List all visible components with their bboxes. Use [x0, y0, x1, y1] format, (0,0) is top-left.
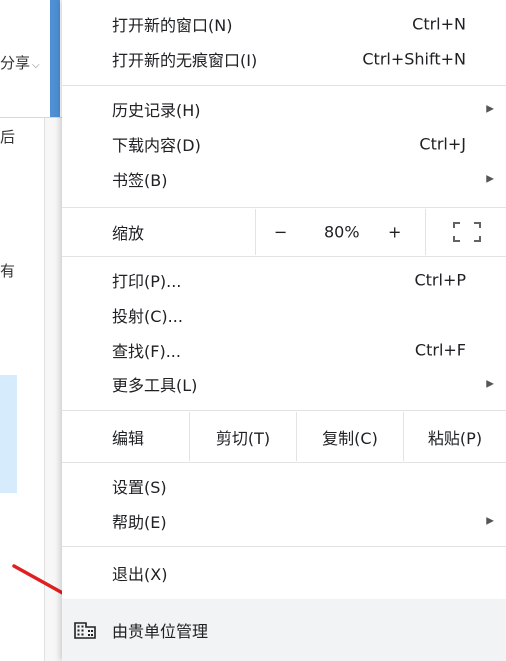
menu-item-label: 更多工具(L): [112, 376, 198, 395]
share-button[interactable]: 分享 ⌵: [0, 52, 40, 73]
zoom-out-button[interactable]: −: [274, 223, 287, 242]
menu-item-label: 投射(C)...: [112, 307, 183, 326]
menu-separator: [62, 410, 506, 411]
chevron-down-icon: ⌵: [32, 60, 40, 71]
divider: [425, 209, 426, 255]
submenu-arrow-icon: ▶: [486, 378, 494, 390]
menu-item-label: 设置(S): [112, 478, 167, 497]
menu-item-exit[interactable]: 退出(X): [62, 556, 506, 590]
menu-item-zoom: 缩放 − 80% +: [62, 209, 506, 255]
submenu-arrow-icon: ▶: [486, 515, 494, 527]
selected-highlight: [0, 375, 17, 493]
submenu-arrow-icon: ▶: [486, 173, 494, 185]
menu-separator: [62, 546, 506, 547]
text-fragment: 有: [0, 262, 16, 280]
menu-separator: [62, 85, 506, 86]
menu-item-label: 历史记录(H): [112, 101, 201, 120]
cut-label: 剪切(T): [215, 428, 271, 448]
shortcut-label: Ctrl+F: [414, 340, 466, 360]
copy-button[interactable]: 复制(C): [297, 412, 403, 461]
menu-item-label: 退出(X): [112, 565, 168, 584]
menu-item-downloads[interactable]: 下载内容(D) Ctrl+J: [62, 127, 506, 161]
menu-item-label: 帮助(E): [112, 513, 167, 532]
managed-label: 由贵单位管理: [112, 622, 209, 641]
menu-item-label: 书签(B): [112, 171, 168, 190]
menu-item-bookmarks[interactable]: 书签(B) ▶: [62, 162, 506, 196]
zoom-level: 80%: [324, 222, 360, 242]
menu-separator: [62, 207, 506, 208]
menu-separator: [62, 256, 506, 257]
zoom-in-button[interactable]: +: [388, 223, 401, 242]
shortcut-label: Ctrl+Shift+N: [362, 49, 466, 69]
paste-label: 粘贴(P): [427, 428, 483, 448]
menu-item-find[interactable]: 查找(F)... Ctrl+F: [62, 333, 506, 367]
zoom-label: 缩放: [112, 224, 145, 243]
menu-item-new-window[interactable]: 打开新的窗口(N) Ctrl+N: [62, 7, 506, 41]
menu-item-label: 查找(F)...: [112, 342, 181, 361]
accent-bar: [50, 0, 60, 118]
menu-item-label: 打印(P)...: [112, 272, 182, 291]
shortcut-label: Ctrl+N: [412, 14, 466, 34]
menu-item-cast[interactable]: 投射(C)...: [62, 298, 506, 332]
building-icon: [74, 622, 96, 639]
submenu-arrow-icon: ▶: [486, 103, 494, 115]
managed-by-organization[interactable]: 由贵单位管理: [62, 599, 506, 661]
share-label: 分享: [0, 54, 31, 72]
chrome-main-menu: 打开新的窗口(N) Ctrl+N 打开新的无痕窗口(I) Ctrl+Shift+…: [62, 0, 506, 661]
fullscreen-icon[interactable]: [453, 222, 481, 242]
shortcut-label: Ctrl+P: [414, 270, 466, 290]
divider: [255, 209, 256, 255]
edit-label: 编辑: [112, 428, 145, 448]
menu-item-label: 下载内容(D): [112, 136, 201, 155]
menu-item-more-tools[interactable]: 更多工具(L) ▶: [62, 367, 506, 401]
menu-item-label: 打开新的无痕窗口(I): [112, 51, 258, 70]
menu-item-edit: 编辑 剪切(T) 复制(C) 粘贴(P): [62, 412, 506, 461]
menu-item-label: 打开新的窗口(N): [112, 16, 233, 35]
menu-item-history[interactable]: 历史记录(H) ▶: [62, 92, 506, 126]
menu-item-help[interactable]: 帮助(E) ▶: [62, 504, 506, 538]
paste-button[interactable]: 粘贴(P): [404, 412, 506, 461]
menu-item-new-incognito-window[interactable]: 打开新的无痕窗口(I) Ctrl+Shift+N: [62, 42, 506, 76]
shortcut-label: Ctrl+J: [419, 134, 466, 154]
menu-item-print[interactable]: 打印(P)... Ctrl+P: [62, 263, 506, 297]
menu-separator: [62, 462, 506, 463]
cut-button[interactable]: 剪切(T): [190, 412, 296, 461]
menu-item-settings[interactable]: 设置(S): [62, 469, 506, 503]
copy-label: 复制(C): [322, 428, 378, 448]
text-fragment: 后: [0, 128, 16, 146]
